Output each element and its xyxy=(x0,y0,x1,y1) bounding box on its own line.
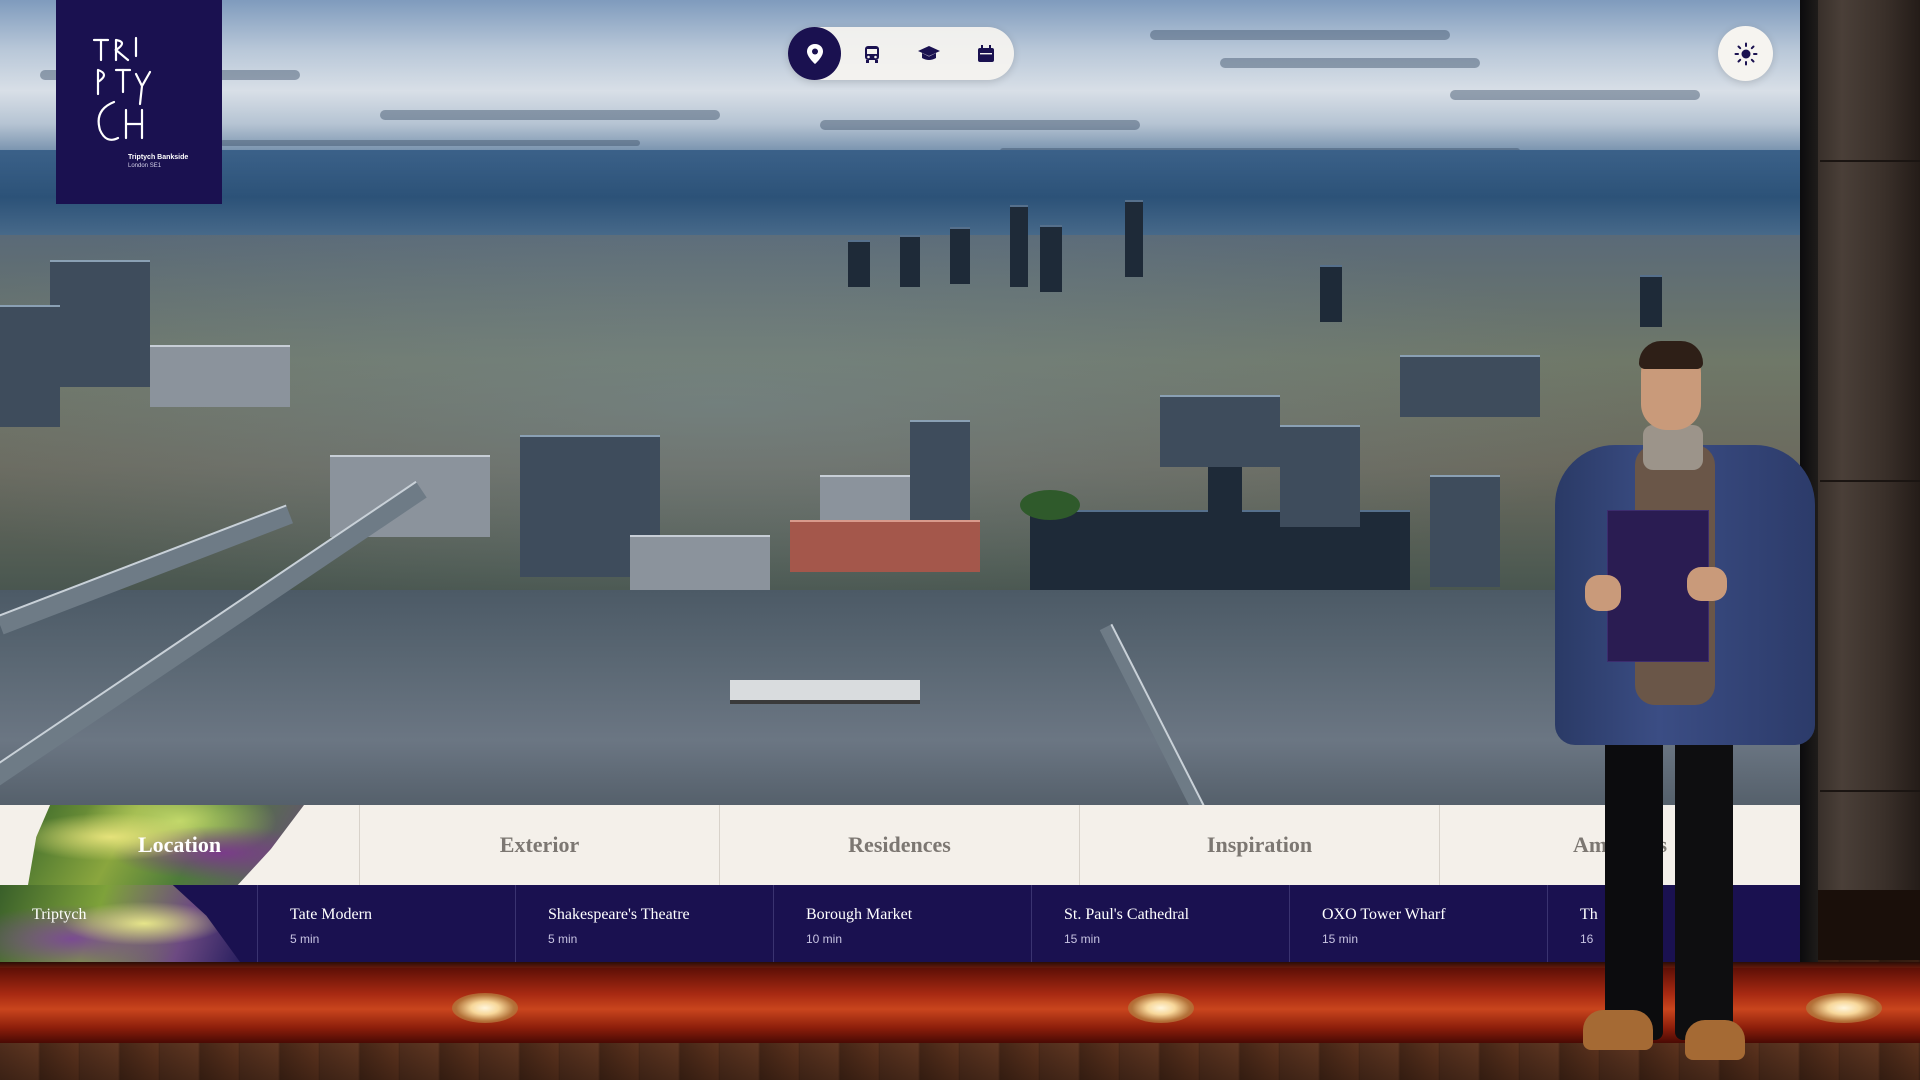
graduation-cap-icon xyxy=(917,45,940,60)
destination-oxo-tower-wharf[interactable]: OXO Tower Wharf 15 min xyxy=(1290,885,1548,962)
tab-location[interactable]: Location xyxy=(0,805,360,885)
tab-label: Location xyxy=(137,832,222,857)
nav-location-button[interactable] xyxy=(788,27,841,80)
presentation-stage: Triptych Bankside London SE1 Location Ex… xyxy=(0,0,1920,1080)
top-icon-nav xyxy=(788,27,1014,80)
destination-time: 5 min xyxy=(290,932,320,946)
destination-name: Tate Modern xyxy=(290,906,372,923)
floor-spotlight xyxy=(452,993,518,1023)
display-screen: Triptych Bankside London SE1 Location Ex… xyxy=(0,0,1800,962)
brand-address: London SE1 xyxy=(128,163,162,169)
tab-label: Residences xyxy=(848,832,951,857)
theme-toggle-button[interactable] xyxy=(1718,26,1773,81)
brand-name: Triptych Bankside xyxy=(128,154,189,161)
bus-icon xyxy=(864,45,879,63)
destination-st-pauls-cathedral[interactable]: St. Paul's Cathedral 15 min xyxy=(1032,885,1290,962)
boat xyxy=(730,680,920,704)
logo-mark xyxy=(92,36,152,141)
nav-events-button[interactable] xyxy=(959,27,1012,80)
nav-education-button[interactable] xyxy=(902,27,955,80)
floor-spotlight xyxy=(1128,993,1194,1023)
triptych-logo[interactable]: Triptych Bankside London SE1 xyxy=(56,0,222,204)
sun-icon xyxy=(1734,42,1757,65)
nav-transport-button[interactable] xyxy=(845,27,898,80)
destination-name: OXO Tower Wharf xyxy=(1322,906,1446,923)
tab-residences[interactable]: Residences xyxy=(720,805,1080,885)
destination-shakespeares-theatre[interactable]: Shakespeare's Theatre 5 min xyxy=(516,885,774,962)
location-pin-icon xyxy=(806,43,823,64)
destination-time: 15 min xyxy=(1064,932,1101,946)
destination-triptych[interactable]: Triptych xyxy=(0,885,258,962)
destination-tate-modern[interactable]: Tate Modern 5 min xyxy=(258,885,516,962)
destination-name: Shakespeare's Theatre xyxy=(548,906,690,923)
tab-exterior[interactable]: Exterior xyxy=(360,805,720,885)
calendar-icon xyxy=(977,44,994,62)
destination-time: 15 min xyxy=(1322,932,1359,946)
tab-label: Exterior xyxy=(499,832,580,857)
destination-borough-market[interactable]: Borough Market 10 min xyxy=(774,885,1032,962)
presenter xyxy=(1555,341,1825,1080)
destination-name: St. Paul's Cathedral xyxy=(1064,906,1190,923)
destination-name: Borough Market xyxy=(806,906,913,923)
sky xyxy=(0,0,1800,165)
tab-inspiration[interactable]: Inspiration xyxy=(1080,805,1440,885)
destination-strip: Triptych Tate Modern 5 min Shakespeare's… xyxy=(0,885,1800,962)
horizon-water xyxy=(0,150,1800,245)
destination-name: Triptych xyxy=(32,906,87,923)
aerial-city-view[interactable] xyxy=(0,0,1800,805)
destination-time: 5 min xyxy=(548,932,578,946)
tab-label: Inspiration xyxy=(1206,832,1313,857)
section-tabs: Location Exterior Residences Inspiration… xyxy=(0,805,1800,885)
destination-time: 10 min xyxy=(806,932,843,946)
